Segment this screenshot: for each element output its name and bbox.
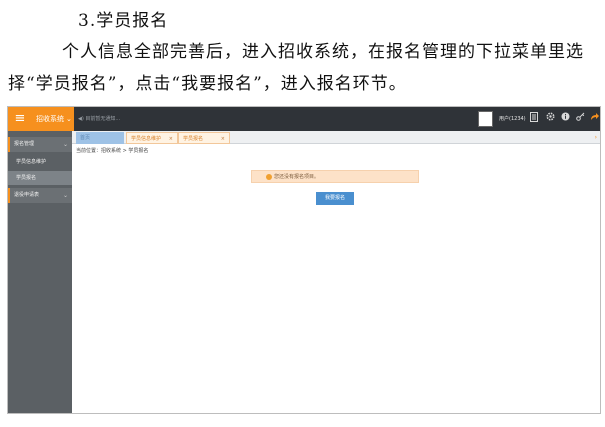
tab-bar: 首页 学员信息维护 × 学员报名 × › <box>72 131 600 144</box>
chevron-right-icon[interactable]: › <box>595 131 597 144</box>
key-icon[interactable] <box>576 112 585 126</box>
top-bar: ≡ 招收系统 ⌄ ◀) 目前暂无通知... 用户(1234) <box>8 107 600 131</box>
sidebar-group-enrollment[interactable]: 报名管理 ⌄ <box>8 137 72 152</box>
tab-label: 学员信息维护 <box>131 136 162 142</box>
close-icon[interactable]: × <box>221 133 225 145</box>
breadcrumb: 当前位置：招收系统 > 学员报名 <box>76 148 149 154</box>
notice-text: ◀) 目前暂无通知... <box>78 116 121 122</box>
sidebar-group-label: 退役申请表 <box>14 192 40 198</box>
section-heading: 3.学员报名 <box>78 11 169 31</box>
chevron-down-icon: ⌄ <box>66 115 72 123</box>
status-alert: 您还没有报名项目。 <box>251 170 419 183</box>
tab-student-enroll[interactable]: 学员报名 × <box>178 132 230 144</box>
user-name[interactable]: 用户(1234) <box>499 115 526 122</box>
close-icon[interactable]: × <box>169 133 173 145</box>
enroll-button[interactable]: 我要报名 <box>316 192 354 205</box>
menu-icon[interactable]: ≡ <box>8 107 32 131</box>
tab-home[interactable]: 首页 <box>76 132 124 144</box>
warning-icon <box>266 174 272 180</box>
sidebar-item-student-info[interactable]: 学员信息维护 <box>8 155 72 169</box>
gear-icon[interactable] <box>546 112 555 126</box>
system-label: 招收系统 <box>36 115 64 123</box>
logout-icon[interactable] <box>590 112 599 126</box>
document-icon[interactable] <box>530 112 538 127</box>
chevron-down-icon: ⌄ <box>62 192 68 199</box>
sidebar-group-label: 报名管理 <box>14 141 35 147</box>
info-icon[interactable] <box>561 112 570 126</box>
chevron-down-icon: ⌄ <box>62 141 68 148</box>
instruction-paragraph: 个人信息全部完善后，进入招收系统，在报名管理的下拉菜单里选择“学员报名”，点击“… <box>8 42 584 94</box>
tab-label: 学员报名 <box>183 136 204 142</box>
tab-student-info[interactable]: 学员信息维护 × <box>126 132 178 144</box>
app-screenshot: ≡ 招收系统 ⌄ ◀) 目前暂无通知... 用户(1234) 报名管理 ⌄ 学员信息… <box>7 106 601 414</box>
system-selector[interactable]: 招收系统 ⌄ <box>32 107 74 131</box>
sidebar-item-student-enroll[interactable]: 学员报名 <box>8 171 72 185</box>
sidebar-group-retirement[interactable]: 退役申请表 ⌄ <box>8 188 72 203</box>
avatar[interactable] <box>478 111 493 127</box>
sidebar: 报名管理 ⌄ 学员信息维护 学员报名 退役申请表 ⌄ <box>8 131 72 413</box>
alert-text: 您还没有报名项目。 <box>274 174 320 180</box>
